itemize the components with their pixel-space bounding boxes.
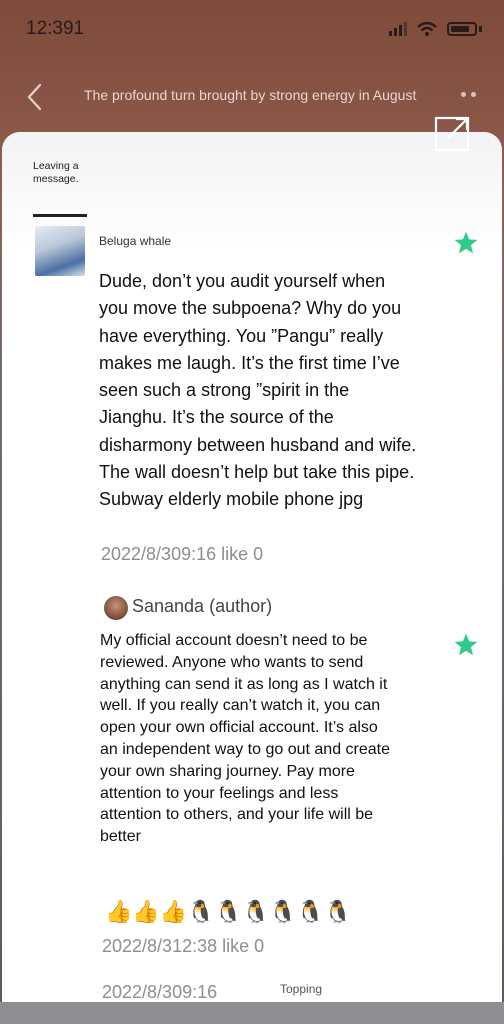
avatar[interactable]: [35, 226, 85, 276]
status-bar: 12:391: [0, 0, 504, 60]
star-icon[interactable]: [453, 632, 479, 658]
comment-author[interactable]: Sananda (author): [132, 596, 272, 617]
nav-bar: The profound turn brought by strong ener…: [0, 72, 504, 122]
comment-meta: 2022/8/312:38 like 0: [102, 936, 265, 956]
chevron-left-icon[interactable]: [24, 82, 46, 112]
comments-sheet: Leaving a message. Beluga whale Dude, do…: [2, 132, 502, 1002]
signal-icon: [389, 22, 407, 36]
wifi-icon: [417, 22, 437, 36]
battery-icon: [447, 22, 477, 36]
status-icons: [389, 22, 482, 36]
comment-text: My official account doesn’t need to be r…: [100, 632, 390, 846]
comment-author[interactable]: Beluga whale: [99, 234, 171, 248]
more-dots-icon[interactable]: [461, 92, 476, 97]
comment-timestamp: 2022/8/309:16: [102, 982, 218, 1002]
tab-leaving-message[interactable]: Leaving a message.: [33, 160, 103, 186]
bottom-bar: [0, 1002, 504, 1024]
avatar[interactable]: [104, 596, 128, 620]
comment-meta: 2022/8/309:16 like 0: [101, 544, 264, 564]
tab-underline: [33, 214, 87, 217]
battery-cap: [479, 26, 482, 32]
star-icon[interactable]: [453, 230, 479, 256]
topping-button[interactable]: Topping: [280, 982, 322, 996]
page-title: The profound turn brought by strong ener…: [84, 87, 417, 103]
emoji-row: 👍👍👍🐧🐧🐧🐧🐧🐧: [105, 899, 352, 924]
status-time: 12:391: [26, 18, 85, 39]
comment-text: Dude, don’t you audit yourself when you …: [99, 271, 417, 510]
external-link-icon[interactable]: [434, 114, 472, 152]
